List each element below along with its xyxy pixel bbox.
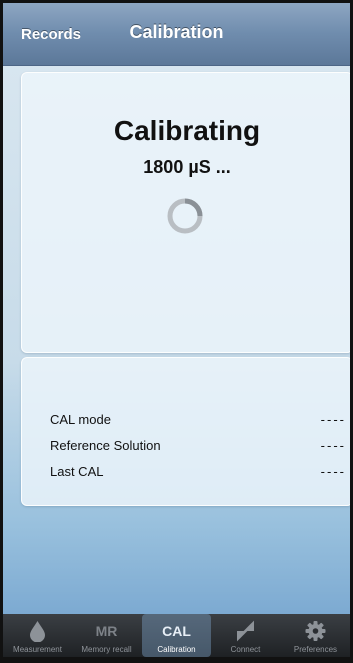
app-screen: Records Calibration Calibrating 1800 µS … — [3, 3, 350, 657]
tab-label: Preferences — [293, 645, 338, 654]
calibration-standard-text: 1800 µS ... — [143, 157, 231, 177]
page-title: Calibration — [129, 22, 224, 42]
mr-text-icon: MR — [95, 623, 118, 639]
tab-bar: Measurement MR Memory recall CAL Calibra… — [3, 614, 350, 657]
gear-icon — [305, 621, 326, 641]
tab-memory-recall[interactable]: MR Memory recall — [72, 614, 141, 657]
calibration-info-panel: CAL mode ---- Reference Solution ---- La… — [21, 357, 350, 506]
tab-calibration[interactable]: CAL Calibration — [142, 614, 211, 657]
navigation-bar: Records Calibration — [3, 3, 350, 66]
calibrating-title: Calibrating — [113, 115, 261, 146]
tab-measurement[interactable]: Measurement — [3, 614, 72, 657]
drop-icon — [30, 621, 45, 642]
tab-connect[interactable]: Connect — [211, 614, 280, 657]
tab-preferences[interactable]: Preferences — [281, 614, 350, 657]
cal-text-icon: CAL — [162, 623, 191, 639]
last-cal-value: ---- — [320, 464, 346, 479]
connect-arrows-icon — [237, 620, 254, 642]
last-cal-row: Last CAL ---- — [50, 464, 346, 484]
calibration-status-panel: Calibrating 1800 µS ... — [21, 72, 350, 353]
reference-solution-row: Reference Solution ---- — [50, 438, 346, 458]
cal-mode-label: CAL mode — [50, 412, 111, 427]
tab-label: Connect — [230, 645, 261, 654]
reference-solution-label: Reference Solution — [50, 438, 161, 453]
tab-label: Memory recall — [81, 645, 132, 654]
tab-label: Measurement — [13, 645, 62, 654]
cal-mode-value: ---- — [320, 412, 346, 427]
cal-mode-row: CAL mode ---- — [50, 412, 346, 432]
loading-spinner-icon — [167, 198, 203, 234]
last-cal-label: Last CAL — [50, 464, 104, 479]
tab-label: Calibration — [157, 645, 196, 654]
reference-solution-value: ---- — [320, 438, 346, 453]
